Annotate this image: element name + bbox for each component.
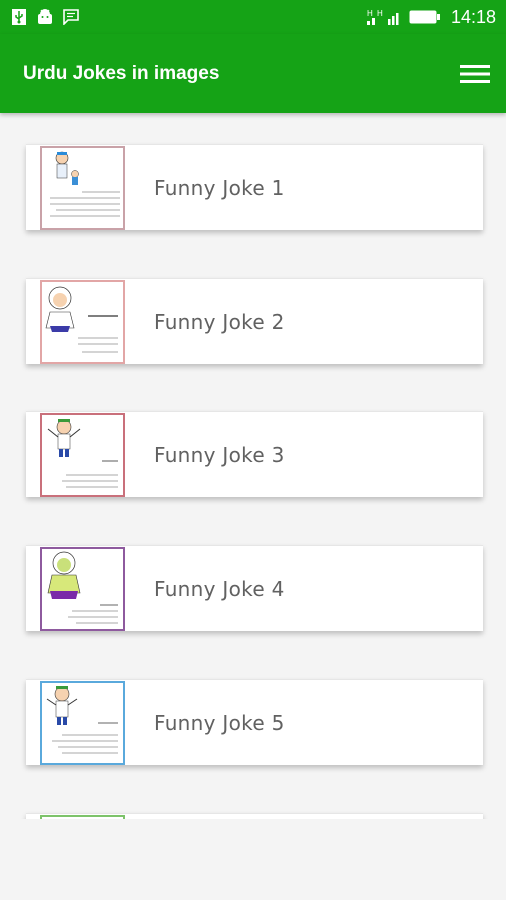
joke-thumbnail	[40, 280, 125, 364]
cartoon-boy-icon	[46, 686, 118, 754]
joke-thumbnail	[40, 146, 125, 230]
android-icon	[36, 8, 54, 26]
joke-card-3[interactable]: Funny Joke 3	[26, 411, 483, 497]
jokes-list[interactable]: Funny Joke 1 Funny Joke 2 Funny Joke 3 F…	[0, 113, 506, 819]
hamburger-menu-icon	[460, 64, 490, 83]
usb-icon	[10, 8, 28, 26]
bottom-blank-area	[0, 819, 506, 900]
message-icon	[62, 8, 80, 26]
signal-h-icon: H H	[366, 8, 401, 26]
joke-thumbnail	[40, 413, 125, 497]
svg-text:H: H	[377, 9, 383, 18]
joke-title: Funny Joke 4	[154, 577, 285, 601]
menu-button[interactable]	[458, 57, 492, 91]
joke-thumbnail	[40, 547, 125, 631]
cartoon-girl-icon	[47, 551, 118, 624]
joke-card-1[interactable]: Funny Joke 1	[26, 144, 483, 230]
joke-title: Funny Joke 2	[154, 310, 285, 334]
joke-card-4[interactable]: Funny Joke 4	[26, 545, 483, 631]
cartoon-boy-icon	[50, 151, 120, 217]
joke-title: Funny Joke 5	[154, 711, 285, 735]
app-title: Urdu Jokes in images	[23, 62, 220, 84]
status-left-icons	[10, 8, 80, 26]
battery-icon	[409, 8, 441, 26]
svg-text:H: H	[367, 9, 373, 18]
joke-card-2[interactable]: Funny Joke 2	[26, 278, 483, 364]
joke-title: Funny Joke 1	[154, 176, 285, 200]
status-time: 14:18	[450, 6, 496, 27]
status-bar: H H 14:18	[0, 0, 506, 34]
joke-title: Funny Joke 3	[154, 443, 285, 467]
joke-card-5[interactable]: Funny Joke 5	[26, 679, 483, 765]
cartoon-boy-icon	[47, 419, 118, 488]
joke-thumbnail	[40, 681, 125, 765]
status-right-icons: H H 14:18	[366, 6, 496, 28]
app-bar: Urdu Jokes in images	[0, 34, 506, 113]
cartoon-girl-icon	[45, 286, 118, 353]
